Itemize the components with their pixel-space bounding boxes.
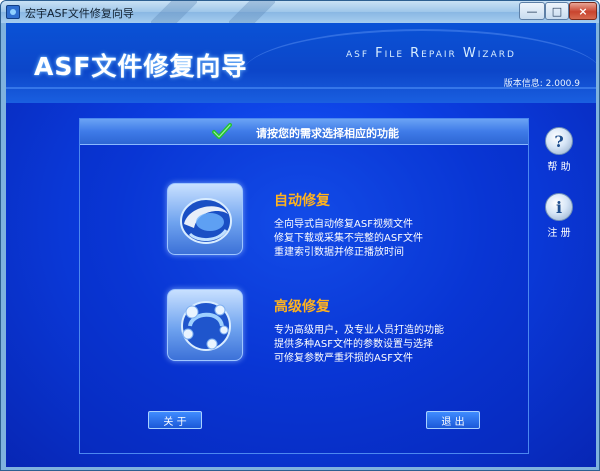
auto-repair-desc-1: 全向导式自动修复ASF视频文件 <box>274 219 413 230</box>
app-icon <box>6 5 20 19</box>
check-icon <box>212 123 232 139</box>
register-button[interactable]: i 注 册 <box>541 193 577 239</box>
titlebar-decoration <box>229 1 275 23</box>
advanced-repair-graphic <box>181 301 231 351</box>
advanced-repair-desc-1: 专为高级用户，及专业人员打造的功能 <box>274 325 444 336</box>
panel-header: 请按您的需求选择相应的功能 <box>80 119 528 145</box>
auto-repair-graphic <box>180 198 232 244</box>
auto-repair-desc-3: 重建索引数据并修正播放时间 <box>274 247 404 258</box>
auto-repair-desc-2: 修复下载或采集不完整的ASF文件 <box>274 233 423 244</box>
help-button[interactable]: ? 帮 助 <box>541 127 577 173</box>
advanced-repair-desc-2: 提供多种ASF文件的参数设置与选择 <box>274 339 433 350</box>
auto-repair-icon[interactable] <box>167 183 243 255</box>
exit-button[interactable]: 退 出 <box>426 411 480 429</box>
client-area: ASF文件修复向导 asf File Repair Wizard 版本信息: 2… <box>6 23 596 467</box>
close-button[interactable]: × <box>569 2 597 20</box>
panel-instruction: 请按您的需求选择相应的功能 <box>256 127 399 140</box>
app-main-title: ASF文件修复向导 <box>34 52 248 81</box>
minimize-button[interactable]: — <box>519 2 545 20</box>
titlebar-decoration <box>151 1 197 23</box>
title-bar[interactable]: 宏宇ASF文件修复向导 — □ × <box>1 1 599 23</box>
maximize-button[interactable]: □ <box>545 2 569 20</box>
window-title: 宏宇ASF文件修复向导 <box>25 7 134 20</box>
advanced-repair-desc-3: 可修复参数严重坏损的ASF文件 <box>274 353 413 364</box>
advanced-repair-title[interactable]: 高级修复 <box>274 296 330 316</box>
app-window: 宏宇ASF文件修复向导 — □ × ASF文件修复向导 asf File Rep… <box>0 0 600 471</box>
help-label: 帮 助 <box>547 162 571 173</box>
function-panel: 请按您的需求选择相应的功能 自动修复 全向导式自动修复ASF视频文件 修复下载或… <box>79 118 529 454</box>
info-icon: i <box>545 193 573 221</box>
advanced-repair-icon[interactable] <box>167 289 243 361</box>
app-english-title: asf File Repair Wizard <box>346 46 516 61</box>
about-button[interactable]: 关 于 <box>148 411 202 429</box>
header-decoration <box>242 29 596 119</box>
auto-repair-title[interactable]: 自动修复 <box>274 190 330 210</box>
version-info: 版本信息: 2.000.9 <box>503 79 580 89</box>
register-label: 注 册 <box>547 228 571 239</box>
help-icon: ? <box>545 127 573 155</box>
